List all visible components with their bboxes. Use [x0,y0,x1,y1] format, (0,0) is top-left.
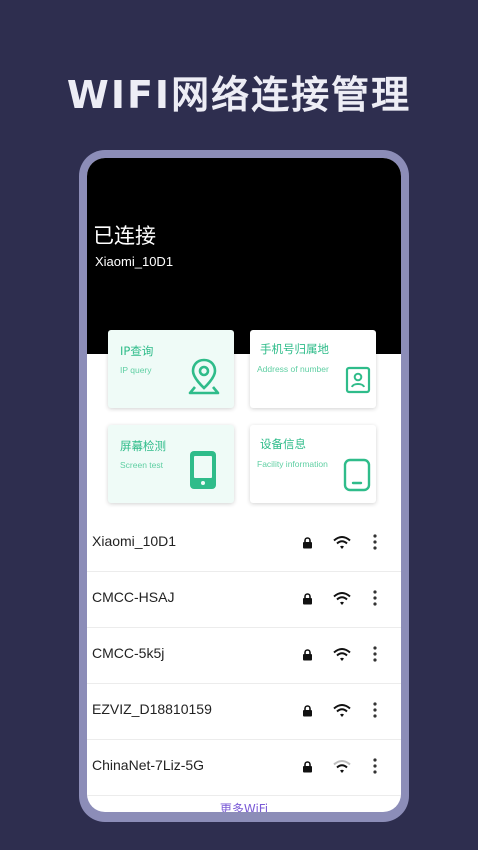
connected-ssid: Xiaomi_10D1 [95,254,174,269]
more-options-icon[interactable] [372,589,378,607]
wifi-row[interactable]: CMCC-5k5j [87,628,401,684]
connection-status: 已连接 [93,224,156,248]
promo-title: WIFI网络连接管理 [66,73,412,117]
wifi-signal-icon [333,536,351,549]
wifi-signal-icon [333,704,351,717]
wifi-ssid: CMCC-HSAJ [92,589,175,605]
card-title: IP查询 [120,344,154,358]
wifi-signal-icon [333,760,351,773]
wifi-ssid: EZVIZ_D18810159 [92,701,212,717]
phone-frame: 已连接 Xiaomi_10D1 IP查询 IP query 手机号归属地 Add… [79,150,409,822]
app-screen: 已连接 Xiaomi_10D1 IP查询 IP query 手机号归属地 Add… [87,158,401,812]
contact-card-icon [345,366,371,394]
card-title: 手机号归属地 [260,342,329,356]
device-info-card[interactable]: 设备信息 Facility information [250,425,376,503]
lock-icon [303,537,312,549]
device-icon [343,458,371,492]
phone-icon [190,451,216,489]
wifi-ssid: Xiaomi_10D1 [92,533,177,549]
more-options-icon[interactable] [372,701,378,719]
card-subtitle: Screen test [120,460,163,470]
card-subtitle: IP query [120,365,152,375]
ip-query-card[interactable]: IP查询 IP query [108,330,234,408]
wifi-ssid: ChinaNet-7Liz-5G [92,757,205,773]
wifi-signal-icon [333,648,351,661]
card-subtitle: Address of number [257,364,329,374]
wifi-row[interactable]: Xiaomi_10D1 [87,516,401,572]
wifi-ssid: CMCC-5k5j [92,645,165,661]
more-options-icon[interactable] [372,757,378,775]
lock-icon [303,593,312,605]
card-title: 设备信息 [260,437,306,451]
card-subtitle: Facility information [257,459,328,469]
wifi-list: Xiaomi_10D1 CMCC-HSAJ CMCC-5k5j EZVIZ_D1… [87,516,401,796]
more-options-icon[interactable] [372,533,378,551]
lock-icon [303,761,312,773]
wifi-row[interactable]: CMCC-HSAJ [87,572,401,628]
card-title: 屏幕检测 [120,439,166,453]
location-pin-icon [188,358,220,395]
more-wifi-link[interactable]: 更多WiFi [87,800,401,812]
connection-header: 已连接 Xiaomi_10D1 [87,158,401,354]
more-options-icon[interactable] [372,645,378,663]
screen-test-card[interactable]: 屏幕检测 Screen test [108,425,234,503]
phone-location-card[interactable]: 手机号归属地 Address of number [250,330,376,408]
wifi-row[interactable]: EZVIZ_D18810159 [87,684,401,740]
wifi-row[interactable]: ChinaNet-7Liz-5G [87,740,401,796]
lock-icon [303,649,312,661]
lock-icon [303,705,312,717]
wifi-signal-icon [333,592,351,605]
